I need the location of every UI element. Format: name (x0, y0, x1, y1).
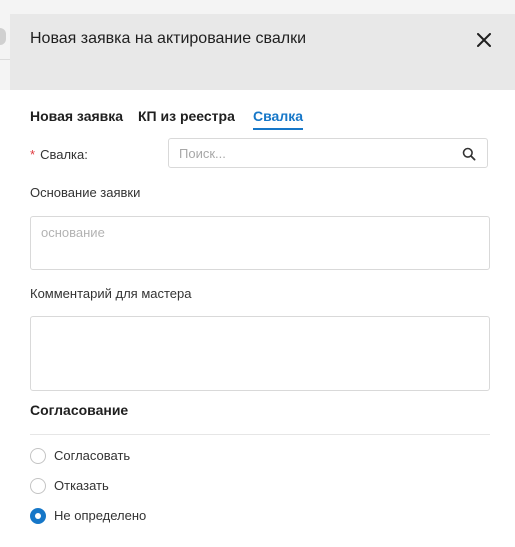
radio-label: Согласовать (54, 448, 131, 463)
radio-button-checked[interactable] (30, 508, 46, 524)
tab-dump[interactable]: Свалка (253, 107, 304, 130)
required-marker: * (30, 147, 36, 162)
dialog-header: Новая заявка на актирование свалки (10, 14, 515, 90)
radio-label: Не определено (54, 508, 147, 523)
background-divider (0, 59, 10, 60)
radio-label: Отказать (54, 478, 109, 493)
basis-textarea[interactable] (30, 216, 490, 270)
approval-section-title: Согласование (30, 402, 129, 418)
approval-divider (30, 434, 490, 435)
dump-field-label: * Свалка: (30, 147, 88, 163)
radio-approve[interactable]: Согласовать (30, 447, 130, 465)
radio-button[interactable] (30, 478, 46, 494)
tab-new-request[interactable]: Новая заявка (30, 107, 123, 125)
tab-label: КП из реестра (138, 108, 235, 124)
close-button[interactable] (472, 28, 496, 52)
close-icon (477, 33, 491, 47)
new-request-dialog: Новая заявка на актирование свалки Новая… (10, 14, 515, 547)
background-avatar-fragment (0, 28, 6, 45)
basis-field-label: Основание заявки (30, 185, 141, 200)
radio-reject[interactable]: Отказать (30, 477, 109, 495)
master-comment-label: Комментарий для мастера (30, 286, 192, 301)
dump-search-input[interactable] (169, 139, 449, 167)
tab-registry-point[interactable]: КП из реестра (138, 107, 235, 125)
active-tab-indicator (253, 128, 304, 130)
search-icon[interactable] (462, 147, 476, 161)
dump-label-text: Свалка: (40, 147, 88, 162)
radio-button[interactable] (30, 448, 46, 464)
tab-label: Свалка (253, 108, 304, 124)
tab-label: Новая заявка (30, 108, 124, 124)
master-comment-textarea[interactable] (30, 316, 490, 391)
dump-search-field (168, 138, 488, 168)
dialog-title: Новая заявка на актирование свалки (30, 30, 307, 47)
radio-undetermined[interactable]: Не определено (30, 507, 146, 525)
